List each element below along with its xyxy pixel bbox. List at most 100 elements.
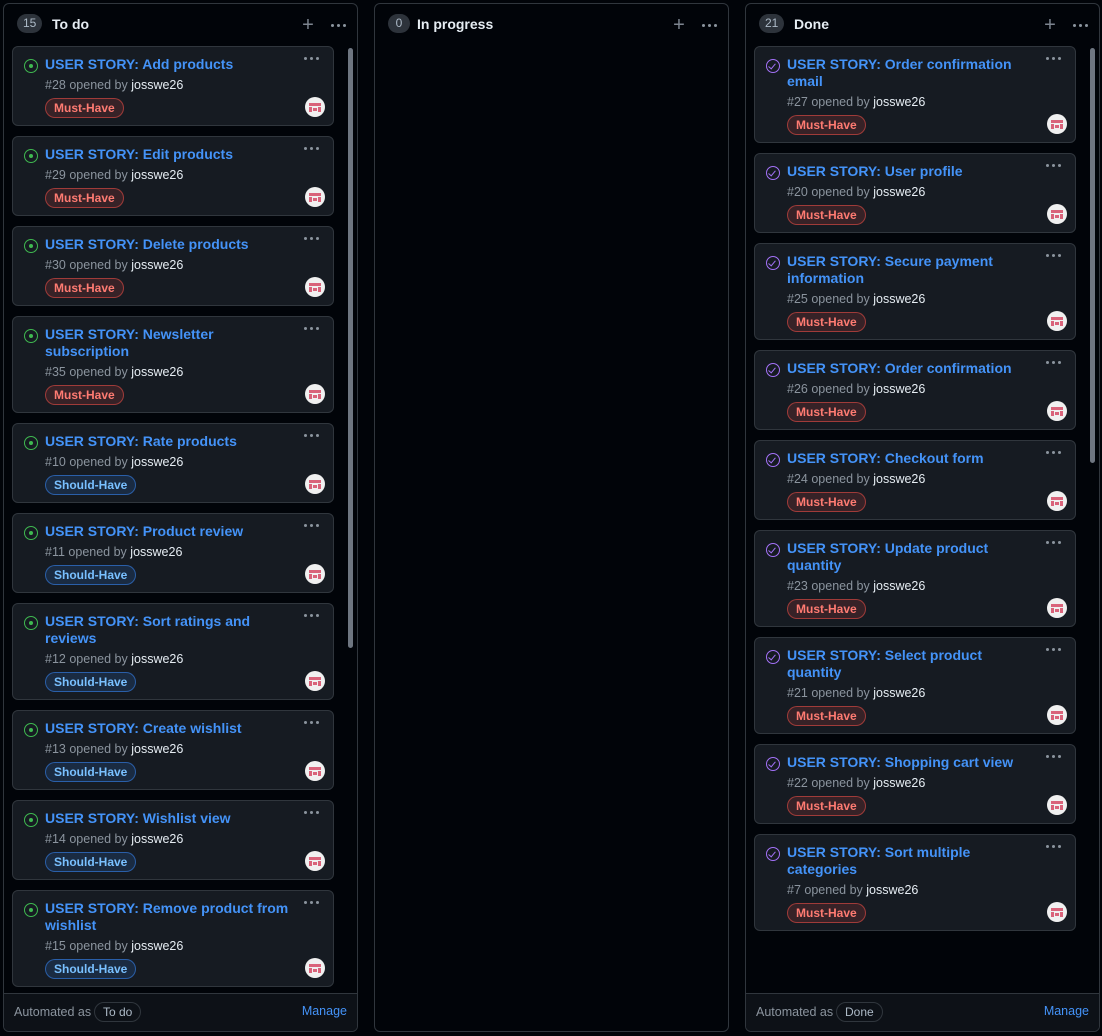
kebab-menu-icon[interactable] bbox=[1046, 755, 1061, 758]
issue-title-link[interactable]: USER STORY: Order confirmation email bbox=[787, 56, 1037, 90]
priority-label[interactable]: Must-Have bbox=[787, 115, 866, 135]
priority-label[interactable]: Should-Have bbox=[45, 762, 137, 782]
scrollbar-thumb[interactable] bbox=[1090, 48, 1095, 463]
issue-card[interactable]: USER STORY: Order confirmation #26 opened… bbox=[754, 350, 1076, 430]
issue-card[interactable]: USER STORY: Delete products #30 opened by… bbox=[12, 226, 334, 306]
plus-icon[interactable]: + bbox=[297, 14, 319, 36]
issue-title-link[interactable]: USER STORY: Secure payment information bbox=[787, 253, 1037, 287]
kebab-menu-icon[interactable] bbox=[304, 147, 319, 150]
author-link[interactable]: josswe26 bbox=[873, 95, 925, 109]
kebab-menu-icon[interactable] bbox=[1046, 164, 1061, 167]
manage-link[interactable]: Manage bbox=[1044, 1004, 1089, 1018]
kebab-menu-icon[interactable] bbox=[304, 614, 319, 617]
kebab-menu-icon[interactable] bbox=[304, 434, 319, 437]
priority-label[interactable]: Must-Have bbox=[787, 796, 866, 816]
issue-card[interactable]: USER STORY: Add products #28 opened by jo… bbox=[12, 46, 334, 126]
issue-card[interactable]: USER STORY: User profile #20 opened by jo… bbox=[754, 153, 1076, 233]
kebab-menu-icon[interactable] bbox=[1046, 361, 1061, 364]
priority-label[interactable]: Should-Have bbox=[45, 852, 137, 872]
issue-title-link[interactable]: USER STORY: Select product quantity bbox=[787, 647, 1037, 681]
author-link[interactable]: josswe26 bbox=[873, 579, 925, 593]
avatar[interactable] bbox=[305, 187, 325, 207]
author-link[interactable]: josswe26 bbox=[131, 939, 183, 953]
priority-label[interactable]: Must-Have bbox=[45, 188, 124, 208]
author-link[interactable]: josswe26 bbox=[873, 185, 925, 199]
kebab-menu-icon[interactable] bbox=[304, 901, 319, 904]
priority-label[interactable]: Must-Have bbox=[787, 599, 866, 619]
issue-title-link[interactable]: USER STORY: Delete products bbox=[45, 236, 295, 253]
issue-card[interactable]: USER STORY: Remove product from wishlist… bbox=[12, 890, 334, 987]
avatar[interactable] bbox=[305, 474, 325, 494]
author-link[interactable]: josswe26 bbox=[131, 652, 183, 666]
avatar[interactable] bbox=[305, 851, 325, 871]
priority-label[interactable]: Must-Have bbox=[787, 706, 866, 726]
author-link[interactable]: josswe26 bbox=[873, 472, 925, 486]
avatar[interactable] bbox=[305, 761, 325, 781]
author-link[interactable]: josswe26 bbox=[131, 455, 183, 469]
column-menu-button[interactable] bbox=[327, 14, 349, 36]
column-menu-button[interactable] bbox=[698, 14, 720, 36]
kebab-menu-icon[interactable] bbox=[304, 237, 319, 240]
priority-label[interactable]: Must-Have bbox=[787, 492, 866, 512]
issue-card[interactable]: USER STORY: Sort multiple categories #7 o… bbox=[754, 834, 1076, 931]
kebab-menu-icon[interactable] bbox=[1046, 57, 1061, 60]
kebab-menu-icon[interactable] bbox=[1046, 541, 1061, 544]
author-link[interactable]: josswe26 bbox=[866, 883, 918, 897]
manage-link[interactable]: Manage bbox=[302, 1004, 347, 1018]
issue-title-link[interactable]: USER STORY: Create wishlist bbox=[45, 720, 295, 737]
issue-card[interactable]: USER STORY: Newsletter subscription #35 o… bbox=[12, 316, 334, 413]
kebab-menu-icon[interactable] bbox=[1046, 845, 1061, 848]
issue-card[interactable]: USER STORY: Order confirmation email #27 … bbox=[754, 46, 1076, 143]
issue-title-link[interactable]: USER STORY: Order confirmation bbox=[787, 360, 1037, 377]
author-link[interactable]: josswe26 bbox=[131, 742, 183, 756]
issue-card[interactable]: USER STORY: Edit products #29 opened by j… bbox=[12, 136, 334, 216]
author-link[interactable]: josswe26 bbox=[131, 365, 183, 379]
issue-title-link[interactable]: USER STORY: Add products bbox=[45, 56, 295, 73]
scrollbar[interactable] bbox=[346, 46, 355, 991]
author-link[interactable]: josswe26 bbox=[130, 545, 182, 559]
avatar[interactable] bbox=[305, 671, 325, 691]
avatar[interactable] bbox=[1047, 401, 1067, 421]
issue-title-link[interactable]: USER STORY: Sort ratings and reviews bbox=[45, 613, 295, 647]
issue-card[interactable]: USER STORY: Create wishlist #13 opened by… bbox=[12, 710, 334, 790]
issue-title-link[interactable]: USER STORY: User profile bbox=[787, 163, 1037, 180]
priority-label[interactable]: Must-Have bbox=[787, 312, 866, 332]
issue-title-link[interactable]: USER STORY: Rate products bbox=[45, 433, 295, 450]
kebab-menu-icon[interactable] bbox=[304, 811, 319, 814]
priority-label[interactable]: Must-Have bbox=[787, 903, 866, 923]
priority-label[interactable]: Must-Have bbox=[787, 402, 866, 422]
plus-icon[interactable]: + bbox=[1039, 14, 1061, 36]
priority-label[interactable]: Should-Have bbox=[45, 475, 137, 495]
author-link[interactable]: josswe26 bbox=[873, 776, 925, 790]
scrollbar-thumb[interactable] bbox=[348, 48, 353, 648]
priority-label[interactable]: Should-Have bbox=[45, 565, 137, 585]
avatar[interactable] bbox=[1047, 204, 1067, 224]
author-link[interactable]: josswe26 bbox=[873, 382, 925, 396]
kebab-menu-icon[interactable] bbox=[304, 721, 319, 724]
kebab-menu-icon[interactable] bbox=[304, 57, 319, 60]
avatar[interactable] bbox=[1047, 114, 1067, 134]
kebab-menu-icon[interactable] bbox=[1046, 254, 1061, 257]
issue-title-link[interactable]: USER STORY: Product review bbox=[45, 523, 295, 540]
scrollbar[interactable] bbox=[1088, 46, 1097, 991]
issue-card[interactable]: USER STORY: Update product quantity #23 o… bbox=[754, 530, 1076, 627]
kebab-menu-icon[interactable] bbox=[304, 524, 319, 527]
kebab-menu-icon[interactable] bbox=[1046, 451, 1061, 454]
issue-title-link[interactable]: USER STORY: Wishlist view bbox=[45, 810, 295, 827]
issue-card[interactable]: USER STORY: Sort ratings and reviews #12 … bbox=[12, 603, 334, 700]
kebab-menu-icon[interactable] bbox=[304, 327, 319, 330]
avatar[interactable] bbox=[305, 277, 325, 297]
avatar[interactable] bbox=[305, 97, 325, 117]
avatar[interactable] bbox=[1047, 705, 1067, 725]
priority-label[interactable]: Must-Have bbox=[45, 278, 124, 298]
author-link[interactable]: josswe26 bbox=[131, 168, 183, 182]
issue-card[interactable]: USER STORY: Product review #11 opened by … bbox=[12, 513, 334, 593]
kebab-menu-icon[interactable] bbox=[1046, 648, 1061, 651]
avatar[interactable] bbox=[1047, 598, 1067, 618]
priority-label[interactable]: Should-Have bbox=[45, 672, 137, 692]
issue-title-link[interactable]: USER STORY: Newsletter subscription bbox=[45, 326, 295, 360]
issue-card[interactable]: USER STORY: Shopping cart view #22 opened… bbox=[754, 744, 1076, 824]
avatar[interactable] bbox=[305, 958, 325, 978]
issue-title-link[interactable]: USER STORY: Remove product from wishlist bbox=[45, 900, 295, 934]
author-link[interactable]: josswe26 bbox=[131, 78, 183, 92]
